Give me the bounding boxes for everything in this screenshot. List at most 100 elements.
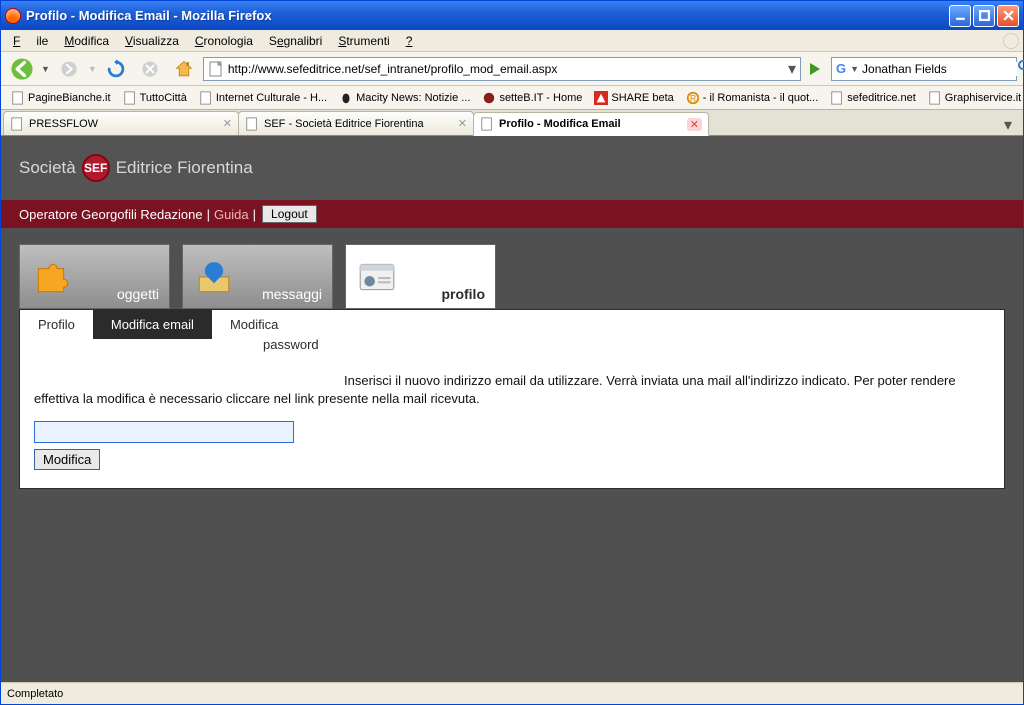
reload-button[interactable] [101, 54, 131, 84]
bookmark-label: PagineBianche.it [28, 92, 111, 104]
browser-tab[interactable]: Profilo - Modifica Email ✕ [473, 112, 709, 136]
bookmark-item[interactable]: Graphiservice.it [922, 89, 1023, 107]
forward-history-dropdown[interactable]: ▼ [88, 64, 97, 74]
card-oggetti[interactable]: oggetti [19, 244, 170, 309]
instructions-text: Inserisci il nuovo indirizzo email da ut… [34, 372, 990, 407]
operator-bar: Operatore Georgofili Redazione | Guida |… [1, 200, 1023, 228]
bookmark-label: - il Romanista - il quot... [703, 92, 819, 104]
favicon: R [686, 91, 700, 105]
bookmark-item[interactable]: Macity News: Notizie ... [333, 89, 476, 107]
page-icon [208, 61, 224, 77]
tab-close-icon[interactable]: ✕ [687, 118, 702, 131]
bookmarks-bar: PagineBianche.it TuttoCittà Internet Cul… [1, 86, 1023, 110]
separator: | [253, 207, 256, 222]
menu-help[interactable]: ? [398, 32, 421, 50]
status-bar: Completato [1, 682, 1023, 704]
inbox-icon [193, 256, 235, 298]
minimize-button[interactable] [949, 5, 971, 27]
bookmark-label: TuttoCittà [140, 92, 187, 104]
tab-list-dropdown[interactable]: ▾ [999, 115, 1017, 135]
bookmark-item[interactable]: Internet Culturale - H... [193, 89, 333, 107]
bookmark-item[interactable]: setteB.IT - Home [476, 89, 588, 107]
tab-modifica-password-line2: password [245, 337, 1004, 352]
adobe-icon [594, 91, 608, 105]
url-bar[interactable]: ▾ [203, 57, 801, 81]
menu-visualizza[interactable]: Visualizza [117, 32, 187, 50]
nav-toolbar: ▼ ▼ ▾ G ▼ [1, 52, 1023, 86]
home-button[interactable] [169, 54, 199, 84]
operator-label: Operatore Georgofili Redazione [19, 207, 203, 222]
brand-header: Società SEF Editrice Fiorentina [1, 136, 1023, 200]
separator: | [207, 207, 210, 222]
page-icon [123, 91, 137, 105]
search-bar[interactable]: G ▼ [831, 57, 1017, 81]
menu-modifica[interactable]: Modifica [56, 32, 117, 50]
menu-file[interactable]: File [5, 32, 56, 50]
bookmark-label: Internet Culturale - H... [216, 92, 327, 104]
bookmark-item[interactable]: R - il Romanista - il quot... [680, 89, 825, 107]
sef-logo-icon: SEF [82, 154, 110, 182]
id-card-icon [356, 256, 398, 298]
maximize-button[interactable] [973, 5, 995, 27]
stop-button[interactable] [135, 54, 165, 84]
tab-modifica-email[interactable]: Modifica email [93, 310, 212, 339]
menu-segnalibri[interactable]: Segnalibri [261, 32, 330, 50]
go-button[interactable] [805, 58, 827, 80]
page-icon [11, 91, 25, 105]
brand-text-right: Editrice Fiorentina [116, 158, 253, 178]
guide-link[interactable]: Guida [214, 207, 249, 222]
url-input[interactable] [228, 58, 784, 80]
search-input[interactable] [862, 62, 1017, 76]
bookmark-item[interactable]: PagineBianche.it [5, 89, 117, 107]
tab-close-icon[interactable]: ✕ [458, 117, 467, 130]
card-messaggi[interactable]: messaggi [182, 244, 333, 309]
status-text: Completato [7, 688, 63, 700]
card-profilo[interactable]: profilo [345, 244, 496, 309]
page-icon [480, 117, 494, 131]
page-icon [928, 91, 942, 105]
card-label: profilo [441, 286, 485, 302]
back-history-dropdown[interactable]: ▼ [41, 64, 50, 74]
search-engine-dropdown[interactable]: ▼ [850, 64, 859, 74]
brand-text-left: Società [19, 158, 76, 178]
logout-button[interactable]: Logout [262, 205, 317, 223]
window-titlebar: Profilo - Modifica Email - Mozilla Firef… [1, 1, 1023, 30]
page-icon [830, 91, 844, 105]
submit-button[interactable]: Modifica [34, 449, 100, 470]
panel-tabs: Profilo Modifica email Modifica [20, 310, 1004, 339]
bookmark-label: Graphiservice.it [945, 92, 1021, 104]
favicon [482, 91, 496, 105]
page-icon [199, 91, 213, 105]
tab-profilo[interactable]: Profilo [20, 310, 93, 339]
svg-text:R: R [690, 93, 696, 103]
tab-label: Profilo - Modifica Email [499, 118, 682, 130]
page-icon [245, 117, 259, 131]
url-dropdown[interactable]: ▾ [784, 59, 800, 79]
close-button[interactable] [997, 5, 1019, 27]
apple-icon [339, 91, 353, 105]
bookmark-label: SHARE beta [611, 92, 673, 104]
puzzle-icon [30, 256, 72, 298]
bookmark-item[interactable]: TuttoCittà [117, 89, 193, 107]
tab-label: SEF - Società Editrice Fiorentina [264, 118, 453, 130]
tab-strip: PRESSFLOW ✕ SEF - Società Editrice Fiore… [1, 110, 1023, 136]
bookmark-label: Macity News: Notizie ... [356, 92, 470, 104]
forward-button[interactable] [54, 54, 84, 84]
section-cards: oggetti messaggi profilo [1, 228, 1023, 309]
tab-modifica-password[interactable]: Modifica [212, 310, 296, 339]
menu-cronologia[interactable]: Cronologia [187, 32, 261, 50]
menu-strumenti[interactable]: Strumenti [330, 32, 397, 50]
tab-label: PRESSFLOW [29, 118, 218, 130]
bookmark-item[interactable]: SHARE beta [588, 89, 679, 107]
email-input[interactable] [34, 421, 294, 443]
browser-tab[interactable]: PRESSFLOW ✕ [3, 111, 239, 135]
browser-tab[interactable]: SEF - Società Editrice Fiorentina ✕ [238, 111, 474, 135]
panel-body: Inserisci il nuovo indirizzo email da ut… [20, 356, 1004, 488]
menu-bar: File Modifica Visualizza Cronologia Segn… [1, 30, 1023, 52]
tab-close-icon[interactable]: ✕ [223, 117, 232, 130]
search-go-icon[interactable] [1017, 59, 1024, 78]
window-title: Profilo - Modifica Email - Mozilla Firef… [26, 8, 272, 23]
bookmark-label: setteB.IT - Home [499, 92, 582, 104]
bookmark-item[interactable]: sefeditrice.net [824, 89, 921, 107]
back-button[interactable] [7, 54, 37, 84]
